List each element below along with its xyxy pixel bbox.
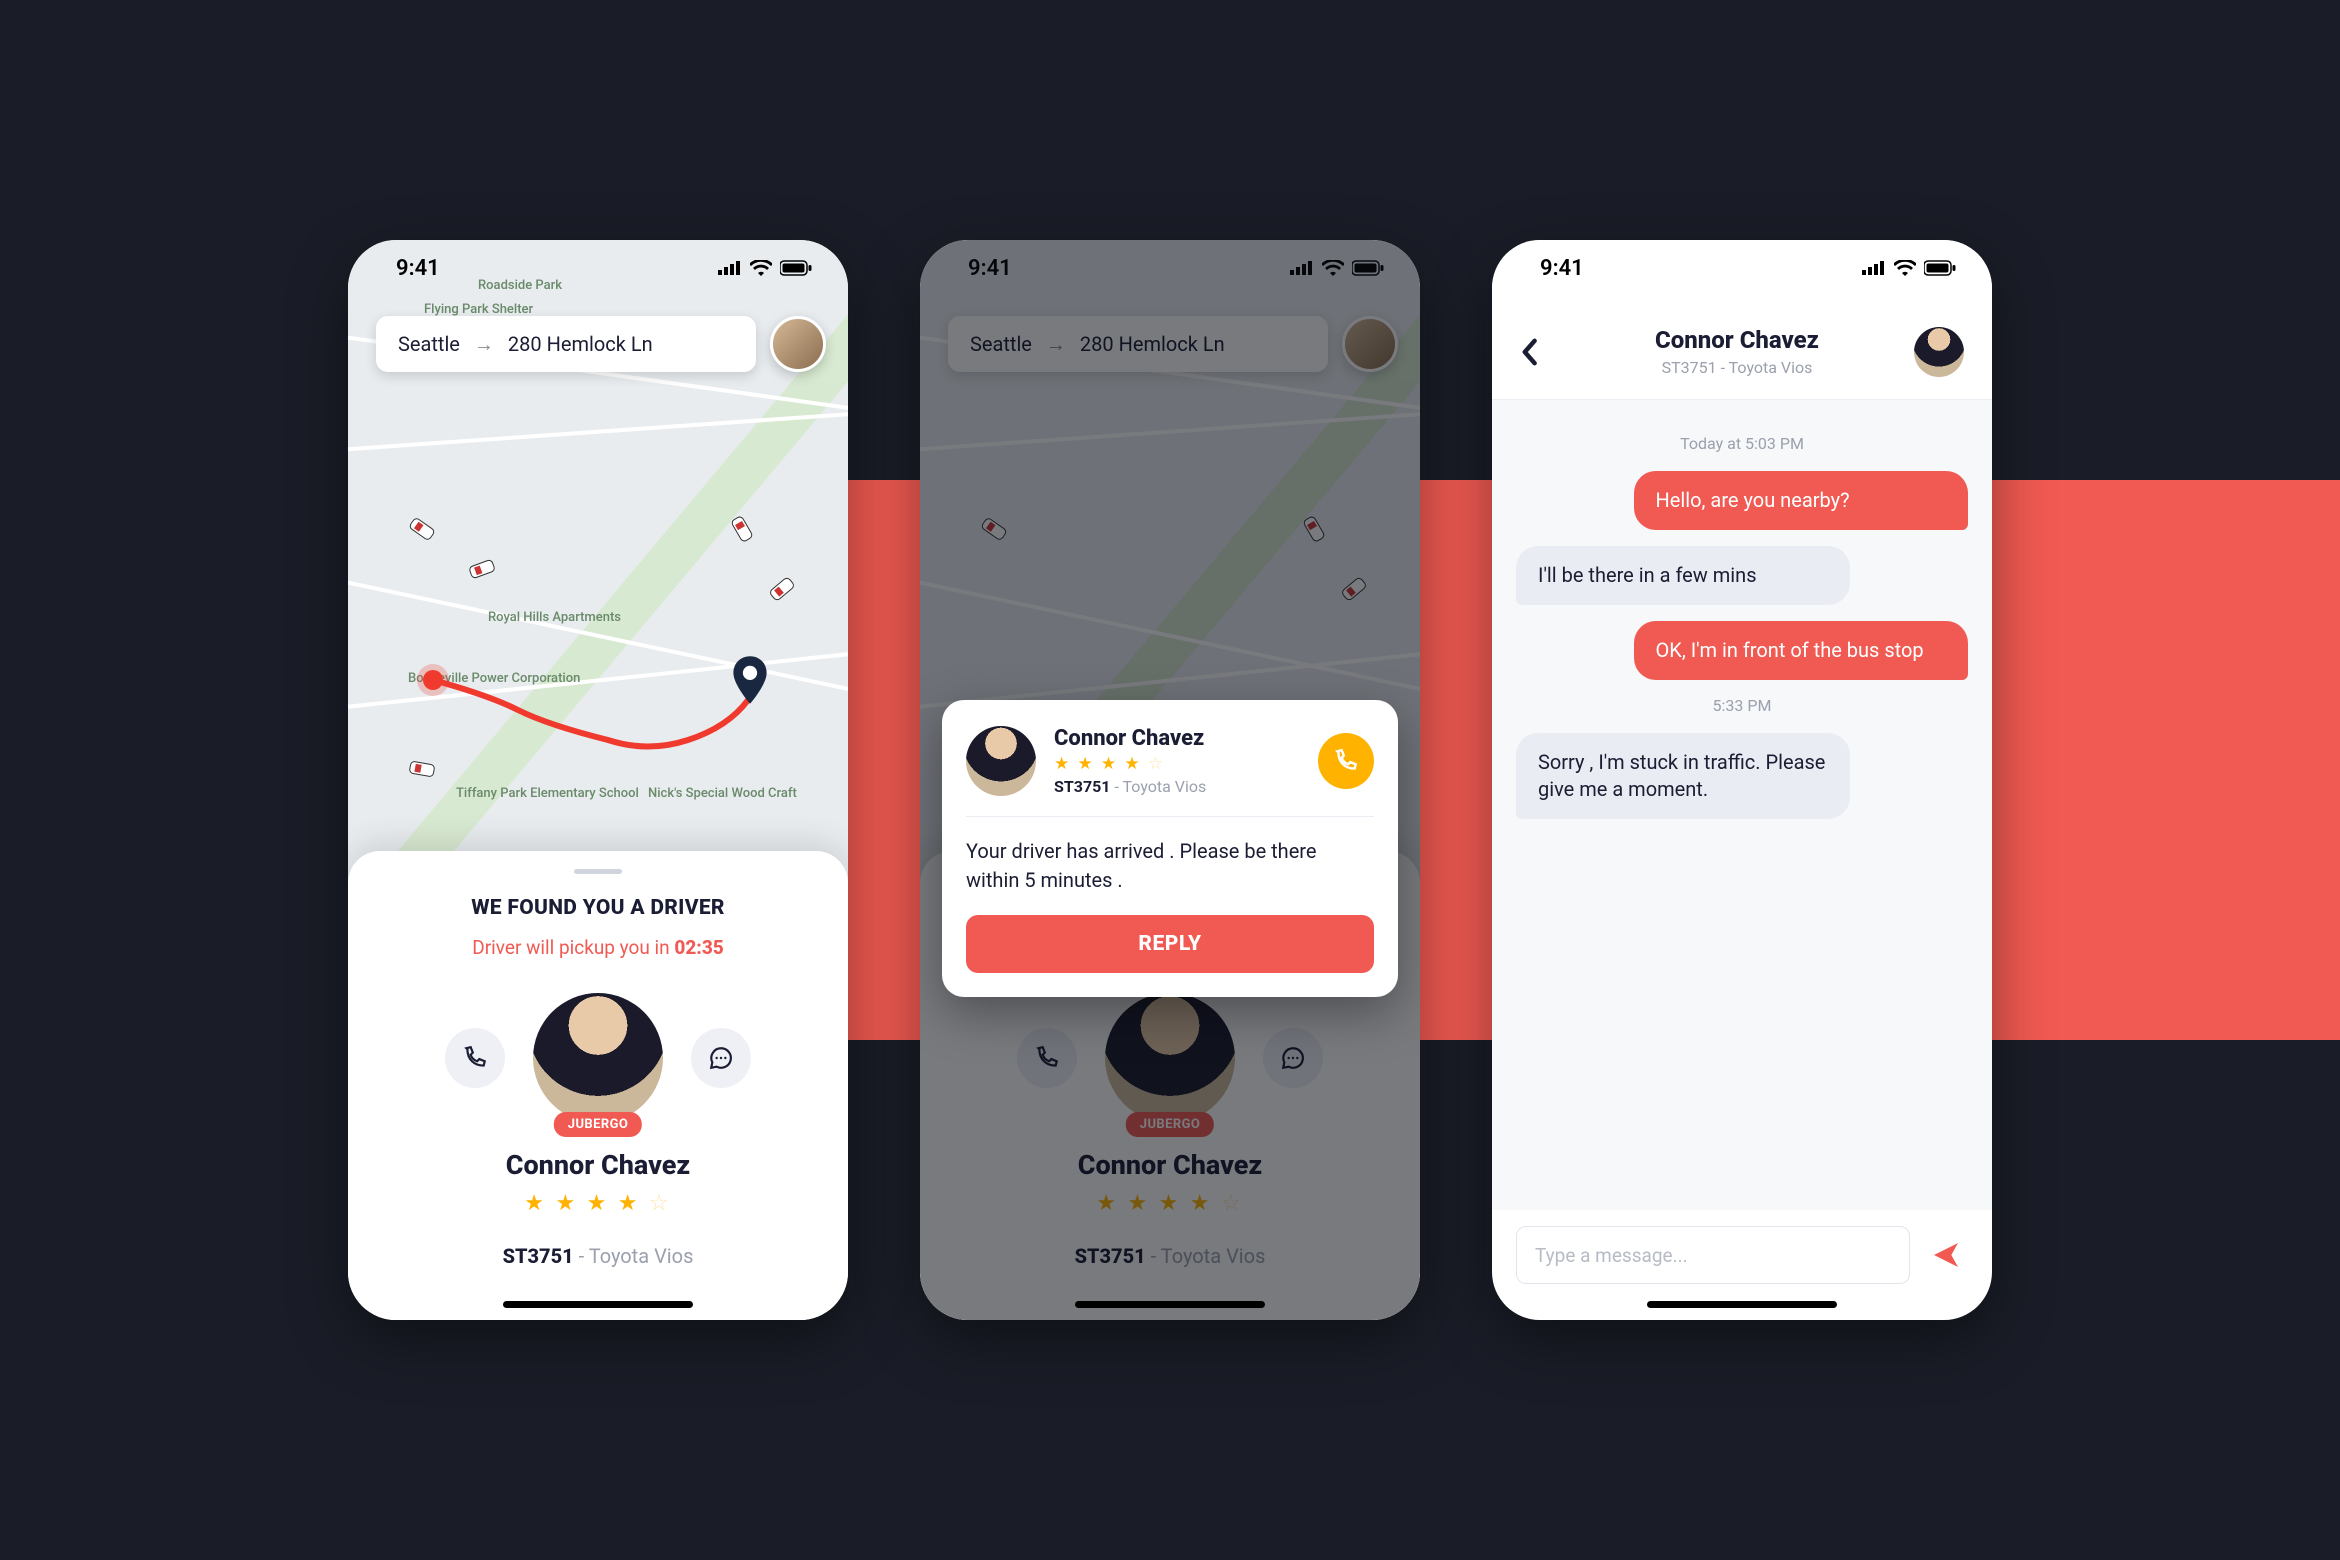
driver-arrived-modal: Connor Chavez ★ ★ ★ ★ ☆ ST3751 - Toyota … (942, 700, 1398, 997)
status-bar: 9:41 (348, 240, 848, 296)
chat-timestamp: Today at 5:03 PM (1516, 434, 1968, 453)
phone-icon (462, 1045, 488, 1071)
wifi-icon (750, 260, 772, 276)
origin-marker (423, 670, 443, 690)
driver-rating: ★ ★ ★ ★ ☆ (376, 1191, 820, 1216)
driver-avatar (533, 993, 663, 1123)
map-label: Tiffany Park Elementary School (456, 786, 639, 801)
chat-icon (708, 1045, 734, 1071)
route-search-bar[interactable]: Seattle → 280 Hemlock Ln (376, 316, 756, 372)
chevron-left-icon (1520, 338, 1538, 366)
battery-icon (780, 260, 812, 276)
home-indicator (503, 1301, 693, 1308)
sheet-title: WE FOUND YOU A DRIVER (376, 896, 820, 920)
car-icon (407, 758, 438, 781)
car-icon (405, 514, 438, 545)
message-incoming[interactable]: Sorry , I'm stuck in traffic. Please giv… (1516, 733, 1850, 819)
battery-icon (1924, 260, 1956, 276)
message-input[interactable] (1516, 1226, 1910, 1284)
screen-chat: 9:41 Connor Chavez ST3751 - Toyota Vios … (1492, 240, 1992, 1320)
message-outgoing[interactable]: Hello, are you nearby? (1634, 471, 1968, 530)
service-badge: JUBERGO (554, 1112, 642, 1137)
status-time: 9:41 (1540, 256, 1584, 281)
status-bar: 9:41 (1492, 240, 1992, 296)
chat-subtitle: ST3751 - Toyota Vios (1560, 358, 1914, 377)
wifi-icon (1894, 260, 1916, 276)
reply-button[interactable]: REPLY (966, 915, 1374, 973)
screen-driver-found: Roadside Park Flying Park Shelter Cedar … (348, 240, 848, 1320)
map-label: Nick's Special Wood Craft (648, 786, 797, 801)
chat-input-bar (1516, 1226, 1968, 1284)
phone-icon (1333, 748, 1359, 774)
cellular-icon (718, 261, 742, 275)
modal-vehicle-info: ST3751 - Toyota Vios (1054, 777, 1300, 796)
call-driver-button[interactable] (445, 1028, 505, 1088)
modal-driver-name: Connor Chavez (1054, 726, 1300, 751)
chat-avatar[interactable] (1914, 327, 1964, 377)
cellular-icon (1862, 261, 1886, 275)
sheet-subtitle: Driver will pickup you in 02:35 (376, 936, 820, 959)
search-from: Seattle (398, 332, 460, 356)
map-label: Royal Hills Apartments (488, 610, 621, 625)
driver-name: Connor Chavez (376, 1149, 820, 1181)
profile-avatar-button[interactable] (770, 316, 826, 372)
screen-driver-arrived: 9:41 Seattle → 280 Hemlock Ln WE FOUND Y… (920, 240, 1420, 1320)
chat-timestamp: 5:33 PM (1516, 696, 1968, 715)
sheet-drag-handle[interactable] (574, 869, 622, 874)
status-time: 9:41 (396, 256, 440, 281)
vehicle-info: ST3751 - Toyota Vios (376, 1244, 820, 1268)
modal-call-button[interactable] (1318, 733, 1374, 789)
back-button[interactable] (1520, 338, 1560, 366)
send-button[interactable] (1924, 1233, 1968, 1277)
search-to: 280 Hemlock Ln (508, 332, 653, 356)
send-icon (1930, 1239, 1962, 1271)
driver-found-sheet: WE FOUND YOU A DRIVER Driver will pickup… (348, 851, 848, 1320)
home-indicator (1647, 1301, 1837, 1308)
car-icon (727, 512, 757, 545)
car-icon (765, 573, 798, 605)
destination-pin-icon (731, 656, 769, 708)
chat-title: Connor Chavez (1560, 326, 1914, 354)
message-driver-button[interactable] (691, 1028, 751, 1088)
arrow-right-icon: → (474, 332, 494, 357)
map-label: Flying Park Shelter (424, 302, 533, 317)
modal-message: Your driver has arrived . Please be ther… (966, 837, 1374, 895)
driver-avatar (966, 726, 1036, 796)
modal-rating: ★ ★ ★ ★ ☆ (1054, 754, 1300, 774)
home-indicator (1075, 1301, 1265, 1308)
message-incoming[interactable]: I'll be there in a few mins (1516, 546, 1850, 605)
chat-message-list[interactable]: Today at 5:03 PM Hello, are you nearby? … (1492, 400, 1992, 1210)
message-outgoing[interactable]: OK, I'm in front of the bus stop (1634, 621, 1968, 680)
car-icon (466, 556, 498, 582)
